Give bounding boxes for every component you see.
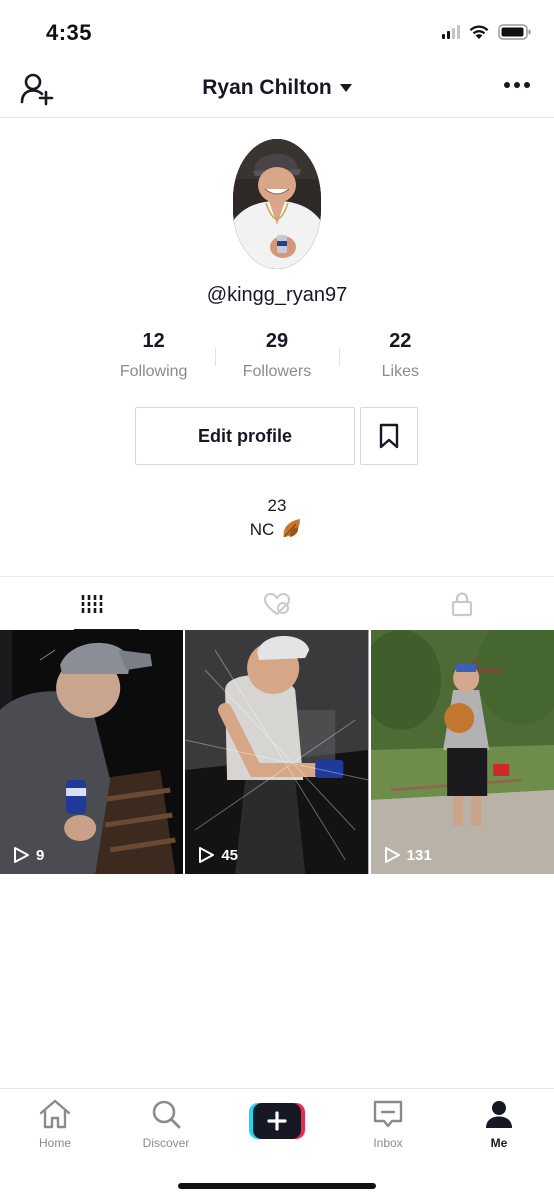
liked-videos-icon	[263, 592, 290, 616]
create-plus-icon	[249, 1103, 305, 1139]
followers-stat[interactable]: 29 Followers	[215, 330, 338, 390]
video-thumbnail[interactable]: 9	[0, 630, 184, 874]
nav-inbox-label: Inbox	[373, 1136, 403, 1150]
video-thumbnail[interactable]: 45	[185, 630, 369, 874]
following-count: 12	[142, 330, 165, 352]
edit-profile-button[interactable]: Edit profile	[135, 407, 355, 465]
stat-divider	[215, 348, 216, 366]
video-thumbnail[interactable]: 131	[370, 630, 554, 874]
account-switcher[interactable]: Ryan Chilton	[0, 76, 554, 100]
cellular-signal-icon	[442, 25, 460, 39]
status-time: 4:35	[46, 20, 93, 45]
battery-icon	[498, 24, 531, 40]
video-grid: 9 45 131	[0, 630, 554, 874]
home-icon	[39, 1099, 71, 1129]
fallen-leaf-icon	[283, 519, 301, 538]
view-count: 9	[12, 846, 44, 864]
more-icon	[504, 82, 510, 88]
profile-header: Ryan Chilton	[0, 62, 554, 118]
view-count: 131	[383, 846, 432, 864]
profile-tabs	[0, 576, 554, 631]
nav-discover[interactable]: Discover	[126, 1099, 206, 1150]
view-count-value: 131	[406, 846, 432, 864]
stat-divider	[339, 348, 340, 366]
view-count-value: 45	[221, 846, 239, 864]
nav-discover-label: Discover	[142, 1136, 190, 1150]
likes-label: Likes	[381, 363, 419, 380]
home-indicator	[178, 1183, 376, 1189]
videos-grid-icon	[80, 595, 105, 613]
tab-private[interactable]	[369, 577, 554, 631]
following-label: Following	[119, 363, 188, 380]
profile-stats: 12 Following 29 Followers 22 Likes	[92, 330, 462, 390]
profile-icon	[486, 1101, 512, 1128]
search-icon	[152, 1100, 181, 1129]
bio-line: NC	[0, 517, 554, 541]
more-options-button[interactable]	[504, 82, 530, 88]
video-thumbnail-image	[370, 630, 554, 874]
play-icon	[14, 847, 29, 863]
avatar-image	[233, 139, 321, 269]
status-icons	[442, 24, 532, 40]
username: @kingg_ryan97	[206, 284, 348, 306]
likes-count: 22	[389, 330, 412, 352]
nav-home[interactable]: Home	[15, 1099, 95, 1150]
video-thumbnail-image	[185, 630, 369, 874]
chevron-down-icon	[339, 84, 352, 93]
account-name: Ryan Chilton	[202, 76, 332, 99]
bio-location: NC	[249, 520, 275, 539]
profile-avatar[interactable]	[233, 139, 321, 269]
favorites-button[interactable]	[360, 407, 418, 465]
nav-home-label: Home	[38, 1136, 71, 1150]
bio-line: 23	[267, 496, 287, 515]
inbox-icon	[373, 1100, 403, 1128]
tab-liked[interactable]	[185, 577, 370, 631]
tab-videos[interactable]	[0, 577, 185, 631]
video-thumbnail-image	[0, 630, 184, 874]
create-video-button[interactable]	[249, 1103, 305, 1139]
wifi-icon	[469, 25, 489, 39]
status-bar: 4:35	[0, 0, 554, 62]
view-count-value: 9	[36, 846, 45, 864]
nav-me[interactable]: Me	[459, 1099, 539, 1150]
followers-count: 29	[265, 330, 289, 352]
play-icon	[384, 847, 400, 863]
nav-me-label: Me	[490, 1136, 508, 1150]
profile-bio: 23 NC	[0, 494, 554, 541]
following-stat[interactable]: 12 Following	[92, 330, 215, 390]
play-icon	[199, 847, 215, 863]
private-lock-icon	[451, 592, 472, 617]
likes-stat[interactable]: 22 Likes	[339, 330, 462, 390]
view-count: 45	[197, 846, 238, 864]
followers-label: Followers	[242, 363, 312, 380]
bookmark-icon	[379, 423, 399, 449]
nav-inbox[interactable]: Inbox	[348, 1099, 428, 1150]
